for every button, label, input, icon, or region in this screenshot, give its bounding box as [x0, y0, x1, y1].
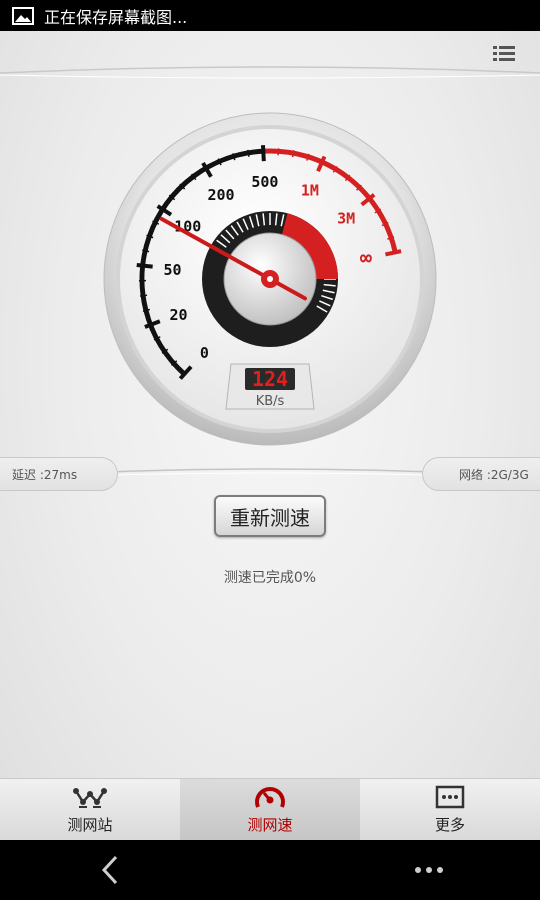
- progress-status-text: 测速已完成0%: [223, 570, 317, 586]
- scale-label: 20: [169, 306, 187, 324]
- nav-item-more[interactable]: 更多: [360, 779, 540, 840]
- minor-tick: [140, 294, 148, 297]
- scale-label: 1M: [301, 181, 319, 199]
- network-badge: 网络 :2G/3G: [422, 457, 540, 491]
- overflow-dots-icon: [415, 867, 443, 873]
- list-menu-button[interactable]: [492, 43, 518, 65]
- system-nav-bar: [0, 840, 540, 900]
- major-tick: [136, 263, 153, 269]
- scale-label: ∞: [360, 246, 372, 270]
- header-curve: [0, 66, 540, 79]
- speedometer-icon: [255, 786, 285, 808]
- scale-label: 200: [207, 186, 234, 204]
- speed-gauge: 0 20 50 100 200 500 1M 3M ∞ 124 KB/s: [100, 109, 440, 449]
- app-content: 0 20 50 100 200 500 1M 3M ∞ 124 KB/s 延迟 :27ms 网络…: [0, 31, 540, 840]
- latency-text: 延迟 :27ms: [12, 467, 78, 482]
- nav-item-test-speed[interactable]: 测网速: [180, 779, 360, 840]
- major-tick: [260, 145, 266, 162]
- scale-label: 500: [251, 173, 278, 191]
- network-graph-icon: [73, 787, 107, 808]
- image-icon: [12, 6, 34, 25]
- scale-label: 0: [200, 344, 209, 362]
- latency-badge: 延迟 :27ms: [0, 457, 118, 491]
- more-box-icon: [435, 785, 465, 808]
- list-menu-icon: [493, 46, 515, 61]
- back-button[interactable]: [90, 854, 130, 886]
- back-chevron-icon: [101, 855, 118, 885]
- nav-label-test-website: 测网站: [67, 815, 113, 834]
- progress-status: 测速已完成0%: [0, 567, 540, 587]
- network-text: 网络 :2G/3G: [459, 467, 529, 482]
- bottom-nav: 测网站 测网速 更多: [0, 778, 540, 840]
- nav-item-test-website[interactable]: 测网站: [0, 779, 180, 840]
- scale-label: 3M: [337, 209, 355, 227]
- status-bar: 正在保存屏幕截图...: [0, 0, 540, 31]
- notification-text: 正在保存屏幕截图...: [44, 7, 188, 27]
- unit-label: KB/s: [256, 394, 285, 409]
- scale-label: 50: [164, 261, 182, 279]
- digital-value: 124: [252, 367, 288, 391]
- nav-label-more: 更多: [434, 815, 465, 834]
- nav-label-test-speed: 测网速: [247, 815, 293, 834]
- retest-button[interactable]: 重新测速: [214, 495, 326, 537]
- gauge-svg: 02050100200500 1M3M∞ 124 KB/s: [103, 112, 437, 446]
- overflow-menu-button[interactable]: [404, 860, 454, 880]
